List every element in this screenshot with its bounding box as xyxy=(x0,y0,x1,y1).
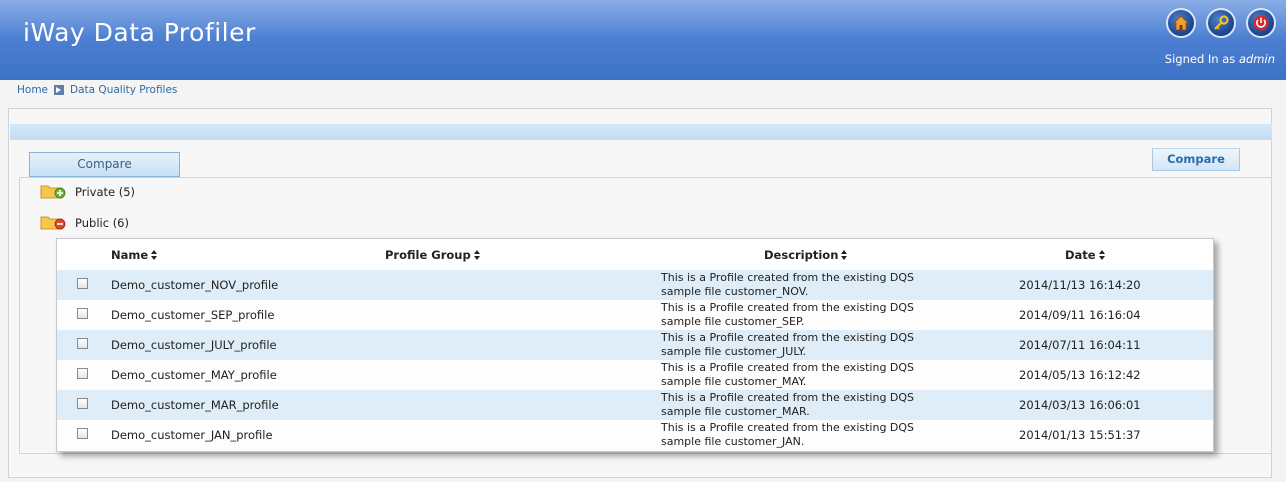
home-icon xyxy=(1173,15,1189,31)
tab-compare[interactable]: Compare xyxy=(29,152,180,177)
folder-plus-icon xyxy=(40,185,66,199)
profile-date: 2014/05/13 16:12:42 xyxy=(1013,360,1213,390)
table-row: Demo_customer_MAR_profile This is a Prof… xyxy=(57,390,1213,420)
breadcrumb-home[interactable]: Home xyxy=(17,84,48,96)
profile-group xyxy=(385,420,661,450)
profile-description: This is a Profile created from the exist… xyxy=(661,300,1013,330)
home-button[interactable] xyxy=(1166,8,1196,38)
sort-icon xyxy=(473,249,481,261)
row-checkbox[interactable] xyxy=(77,368,88,379)
row-checkbox[interactable] xyxy=(77,278,88,289)
column-header-date[interactable]: Date xyxy=(1013,239,1213,270)
profile-name[interactable]: Demo_customer_NOV_profile xyxy=(111,270,385,300)
breadcrumb-current[interactable]: Data Quality Profiles xyxy=(70,84,177,96)
row-checkbox[interactable] xyxy=(77,428,88,439)
row-checkbox[interactable] xyxy=(77,398,88,409)
panel-strip xyxy=(10,124,1272,140)
column-header-description[interactable]: Description xyxy=(661,239,1013,270)
table-row: Demo_customer_SEP_profile This is a Prof… xyxy=(57,300,1213,330)
signed-in-status: Signed In as admin xyxy=(1165,52,1275,66)
profile-date: 2014/03/13 16:06:01 xyxy=(1013,390,1213,420)
table-row: Demo_customer_JULY_profile This is a Pro… xyxy=(57,330,1213,360)
profile-date: 2014/07/11 16:04:11 xyxy=(1013,330,1213,360)
row-checkbox[interactable] xyxy=(77,338,88,349)
profiles-table-container: Name Profile Group Description Date Demo… xyxy=(56,238,1214,452)
profile-date: 2014/09/11 16:16:04 xyxy=(1013,300,1213,330)
signed-in-user: admin xyxy=(1238,52,1275,66)
profile-description: This is a Profile created from the exist… xyxy=(661,390,1013,420)
column-header-profile-group[interactable]: Profile Group xyxy=(385,239,661,270)
folder-minus-icon xyxy=(40,216,66,230)
profile-group xyxy=(385,270,661,300)
key-button[interactable] xyxy=(1206,8,1236,38)
folder-private[interactable]: Private (5) xyxy=(40,183,135,200)
sort-icon xyxy=(1098,249,1106,261)
column-header-name[interactable]: Name xyxy=(111,239,385,270)
profile-description: This is a Profile created from the exist… xyxy=(661,420,1013,450)
table-row: Demo_customer_NOV_profile This is a Prof… xyxy=(57,270,1213,300)
app-header: iWay Data Profiler Signed In as admin xyxy=(0,0,1286,80)
profile-description: This is a Profile created from the exist… xyxy=(661,270,1013,300)
folder-public[interactable]: Public (6) xyxy=(40,214,129,231)
profile-name[interactable]: Demo_customer_JAN_profile xyxy=(111,420,385,450)
profile-name[interactable]: Demo_customer_JULY_profile xyxy=(111,330,385,360)
profiles-table: Name Profile Group Description Date Demo… xyxy=(57,239,1213,450)
table-header-row: Name Profile Group Description Date xyxy=(57,239,1213,270)
sort-icon xyxy=(151,249,158,261)
power-icon xyxy=(1253,15,1269,31)
profile-description: This is a Profile created from the exist… xyxy=(661,330,1013,360)
logout-button[interactable] xyxy=(1246,8,1276,38)
profile-group xyxy=(385,360,661,390)
breadcrumb-separator-icon xyxy=(54,85,65,95)
table-row: Demo_customer_MAY_profile This is a Prof… xyxy=(57,360,1213,390)
profile-name[interactable]: Demo_customer_MAR_profile xyxy=(111,390,385,420)
sort-icon xyxy=(841,249,848,261)
profile-group xyxy=(385,390,661,420)
profile-group xyxy=(385,300,661,330)
profile-group xyxy=(385,330,661,360)
profile-name[interactable]: Demo_customer_MAY_profile xyxy=(111,360,385,390)
profile-date: 2014/11/13 16:14:20 xyxy=(1013,270,1213,300)
compare-button[interactable]: Compare xyxy=(1152,148,1240,171)
folder-public-label: Public (6) xyxy=(75,215,129,230)
folder-private-label: Private (5) xyxy=(75,184,136,199)
profile-date: 2014/01/13 15:51:37 xyxy=(1013,420,1213,450)
select-column-header xyxy=(57,239,111,270)
row-checkbox[interactable] xyxy=(77,308,88,319)
signed-in-label: Signed In as xyxy=(1164,52,1236,66)
key-icon xyxy=(1214,15,1229,30)
header-toolbar xyxy=(1166,8,1276,38)
breadcrumb: Home Data Quality Profiles xyxy=(17,84,177,96)
table-row: Demo_customer_JAN_profile This is a Prof… xyxy=(57,420,1213,450)
app-title: iWay Data Profiler xyxy=(23,18,256,47)
profile-name[interactable]: Demo_customer_SEP_profile xyxy=(111,300,385,330)
profile-description: This is a Profile created from the exist… xyxy=(661,360,1013,390)
